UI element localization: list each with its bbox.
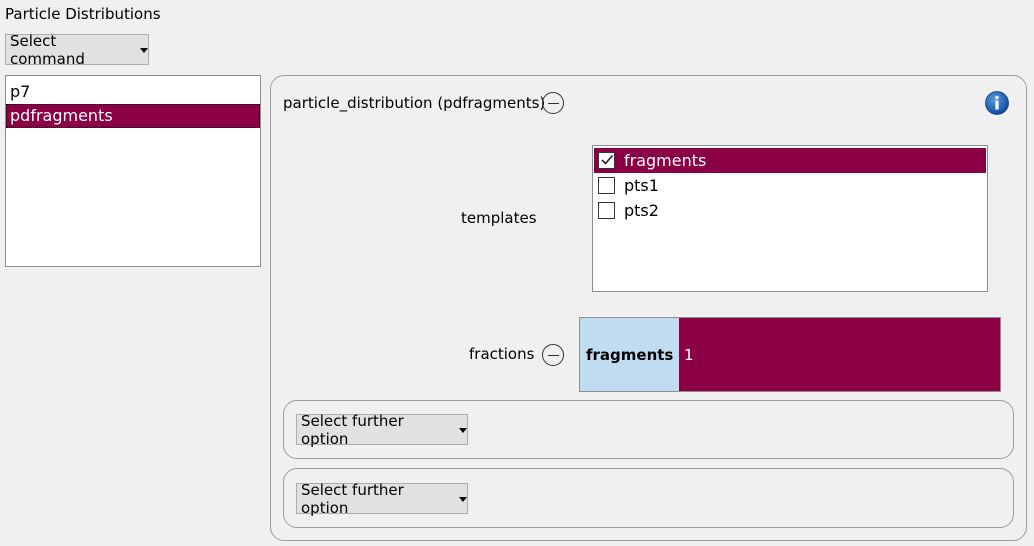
panel-header: particle_distribution (pdfragments) [283,94,546,112]
chevron-down-icon [459,427,467,433]
fractions-label: fractions [469,345,535,363]
chevron-down-icon [140,47,148,53]
remove-fractions-icon[interactable] [542,344,564,366]
checkbox-unchecked[interactable] [598,202,615,219]
distribution-list[interactable]: p7 pdfragments [5,75,261,267]
select-further-option-button-2[interactable]: Select further option [296,480,468,517]
select-command-label: Select command [10,31,85,68]
template-option-fragments[interactable]: fragments [594,148,986,173]
templates-label: templates [461,209,537,227]
info-icon[interactable] [985,91,1009,115]
list-item-pdfragments[interactable]: pdfragments [6,104,260,128]
further-option-label: Select further option [301,411,404,448]
select-command-button[interactable]: Select command [5,31,149,68]
list-item-p7[interactable]: p7 [6,80,260,104]
checkmark-icon [601,154,614,165]
fraction-key-cell: fragments [580,318,679,391]
page-title: Particle Distributions [5,5,161,23]
checkbox-unchecked[interactable] [598,177,615,194]
fractions-table[interactable]: fragments 1 [579,317,1001,392]
collapse-icon[interactable] [542,92,564,114]
chevron-down-icon [459,496,467,502]
template-option-pts2[interactable]: pts2 [594,198,986,223]
select-further-option-button-1[interactable]: Select further option [296,411,468,448]
template-option-pts1[interactable]: pts1 [594,173,986,198]
templates-checklist[interactable]: fragments pts1 pts2 [592,145,988,292]
template-label: fragments [624,151,707,170]
fraction-value-cell[interactable]: 1 [679,318,1000,391]
template-label: pts1 [624,176,659,195]
checkbox-checked[interactable] [598,152,615,169]
template-label: pts2 [624,201,659,220]
further-option-label: Select further option [301,480,404,517]
